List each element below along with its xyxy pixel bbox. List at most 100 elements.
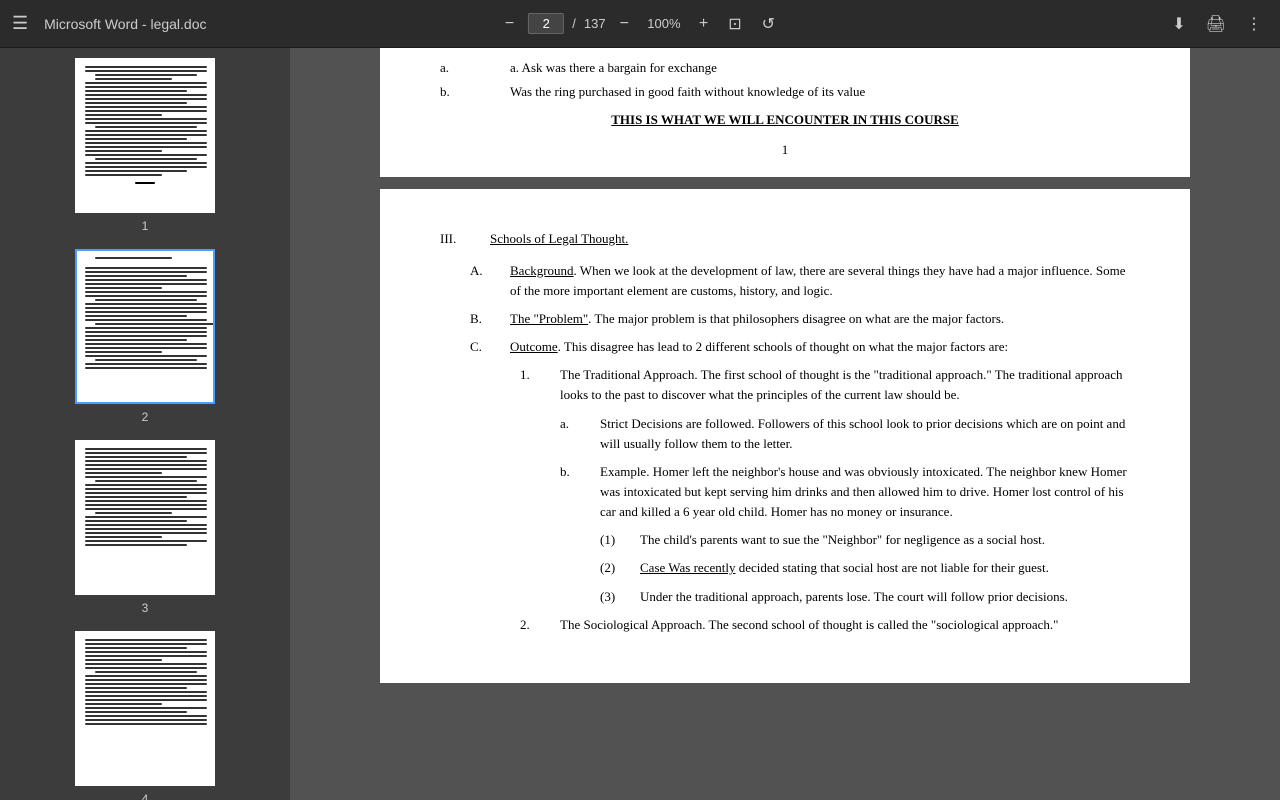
doc-line — [85, 174, 162, 176]
document-viewer[interactable]: a. a. Ask was there a bargain for exchan… — [290, 48, 1280, 800]
term-traditional: The Traditional Approach — [560, 367, 694, 382]
doc-line — [85, 492, 207, 494]
subsec-b-text: . The major problem is that philosophers… — [588, 311, 1004, 326]
page-thumb-1[interactable]: 1 — [20, 58, 270, 233]
doc-line — [135, 182, 155, 184]
thumb-wrapper-1[interactable] — [75, 58, 215, 213]
doc-line — [85, 122, 207, 124]
doc-line — [85, 94, 207, 96]
doc-line — [85, 723, 207, 725]
doc-line — [85, 472, 162, 474]
doc-line — [85, 327, 207, 329]
thumb-wrapper-4[interactable] — [75, 631, 215, 786]
thumb-wrapper-2[interactable] — [75, 249, 215, 404]
doc-line — [85, 488, 207, 490]
sidebar: 1 — [0, 48, 290, 800]
page-separator: / — [572, 16, 576, 31]
page-thumb-4[interactable]: 4 — [20, 631, 270, 800]
page-thumb-2[interactable]: 2 — [20, 249, 270, 424]
doc-line — [85, 291, 207, 293]
thumb-label-3: 3 — [142, 601, 149, 615]
thumb-img-3 — [77, 442, 213, 593]
deep-3-content: Under the traditional approach, parents … — [640, 587, 1130, 607]
sidebar-scroll[interactable]: 1 — [0, 48, 290, 800]
deep-1-label: (1) — [600, 530, 640, 550]
doc-line — [85, 339, 187, 341]
deep-3-label: (3) — [600, 587, 640, 607]
num-1-content: The Traditional Approach. The first scho… — [560, 365, 1130, 405]
doc-line — [85, 691, 207, 693]
doc-line — [85, 655, 207, 657]
more-options-button[interactable]: ⋮ — [1240, 10, 1268, 38]
doc-line — [85, 315, 187, 317]
doc-line — [85, 707, 207, 709]
download-button[interactable]: ⬇ — [1166, 10, 1191, 38]
doc-line — [95, 78, 172, 80]
doc-line — [85, 86, 207, 88]
doc-line — [85, 460, 207, 462]
doc-line — [85, 279, 207, 281]
subsec-c-content: Outcome. This disagree has lead to 2 dif… — [510, 337, 1130, 357]
thumb-img-2 — [77, 251, 213, 402]
doc-line — [85, 675, 207, 677]
page-1-bottom: a. a. Ask was there a bargain for exchan… — [380, 48, 1190, 177]
doc-line — [85, 695, 207, 697]
deep-2-text: decided stating that social host are not… — [735, 560, 1048, 575]
page1-content: a. a. Ask was there a bargain for exchan… — [440, 58, 1130, 161]
doc-line — [85, 540, 207, 542]
doc-line — [85, 643, 207, 645]
doc-line — [85, 468, 207, 470]
doc-line — [85, 307, 207, 309]
subsection-b: B. The "Problem". The major problem is t… — [440, 309, 1130, 329]
deep-2-content: Case Was recently decided stating that s… — [640, 558, 1130, 578]
zoom-out-button[interactable]: − — [499, 11, 520, 37]
doc-line — [85, 98, 207, 100]
let-b-content: Example. Homer left the neighbor's house… — [600, 462, 1130, 522]
zoom-out-btn2[interactable]: − — [614, 11, 635, 37]
course-highlight: THIS IS WHAT WE WILL ENCOUNTER IN THIS C… — [440, 110, 1130, 130]
doc-line — [85, 456, 187, 458]
num-1-label: 1. — [520, 365, 560, 405]
doc-line — [85, 166, 207, 168]
term-background: Background — [510, 263, 574, 278]
deep-1-content: The child's parents want to sue the "Nei… — [640, 530, 1130, 550]
subsec-a-label: A. — [470, 261, 510, 301]
doc-line — [85, 496, 187, 498]
doc-line — [95, 74, 197, 76]
let-a-label: a. — [560, 414, 600, 454]
doc-line — [95, 126, 197, 128]
fit-page-button[interactable]: ⊡ — [722, 10, 747, 38]
doc-line — [95, 299, 197, 301]
doc-line — [85, 651, 207, 653]
print-button[interactable]: 🖨 — [1200, 10, 1232, 38]
doc-line — [85, 170, 187, 172]
doc-line — [85, 331, 207, 333]
doc-line — [95, 671, 197, 673]
zoom-in-button[interactable]: + — [693, 11, 714, 37]
doc-line — [85, 520, 187, 522]
doc-line — [85, 508, 207, 510]
doc-line — [85, 351, 162, 353]
page-thumb-3[interactable]: 3 — [20, 440, 270, 615]
doc-line — [85, 162, 207, 164]
doc-line — [85, 319, 207, 321]
doc-line — [85, 110, 207, 112]
doc-line — [85, 484, 207, 486]
page-number-input[interactable] — [528, 13, 564, 34]
list-text-a: a. Ask was there a bargain for exchange — [490, 58, 717, 78]
doc-line — [85, 271, 207, 273]
thumb-label-1: 1 — [142, 219, 149, 233]
doc-line — [85, 683, 207, 685]
doc-line — [85, 528, 207, 530]
doc-line — [85, 287, 162, 289]
doc-line — [85, 639, 207, 641]
doc-line — [85, 311, 207, 313]
main-area: 1 — [0, 48, 1280, 800]
doc-line — [85, 647, 187, 649]
doc-line — [85, 130, 207, 132]
lettered-item-1b: b. Example. Homer left the neighbor's ho… — [440, 462, 1130, 522]
rotate-button[interactable]: ↺ — [756, 10, 781, 38]
thumb-wrapper-3[interactable] — [75, 440, 215, 595]
menu-icon[interactable]: ☰ — [12, 13, 28, 34]
section-iii-heading: III. Schools of Legal Thought. — [440, 229, 1130, 249]
